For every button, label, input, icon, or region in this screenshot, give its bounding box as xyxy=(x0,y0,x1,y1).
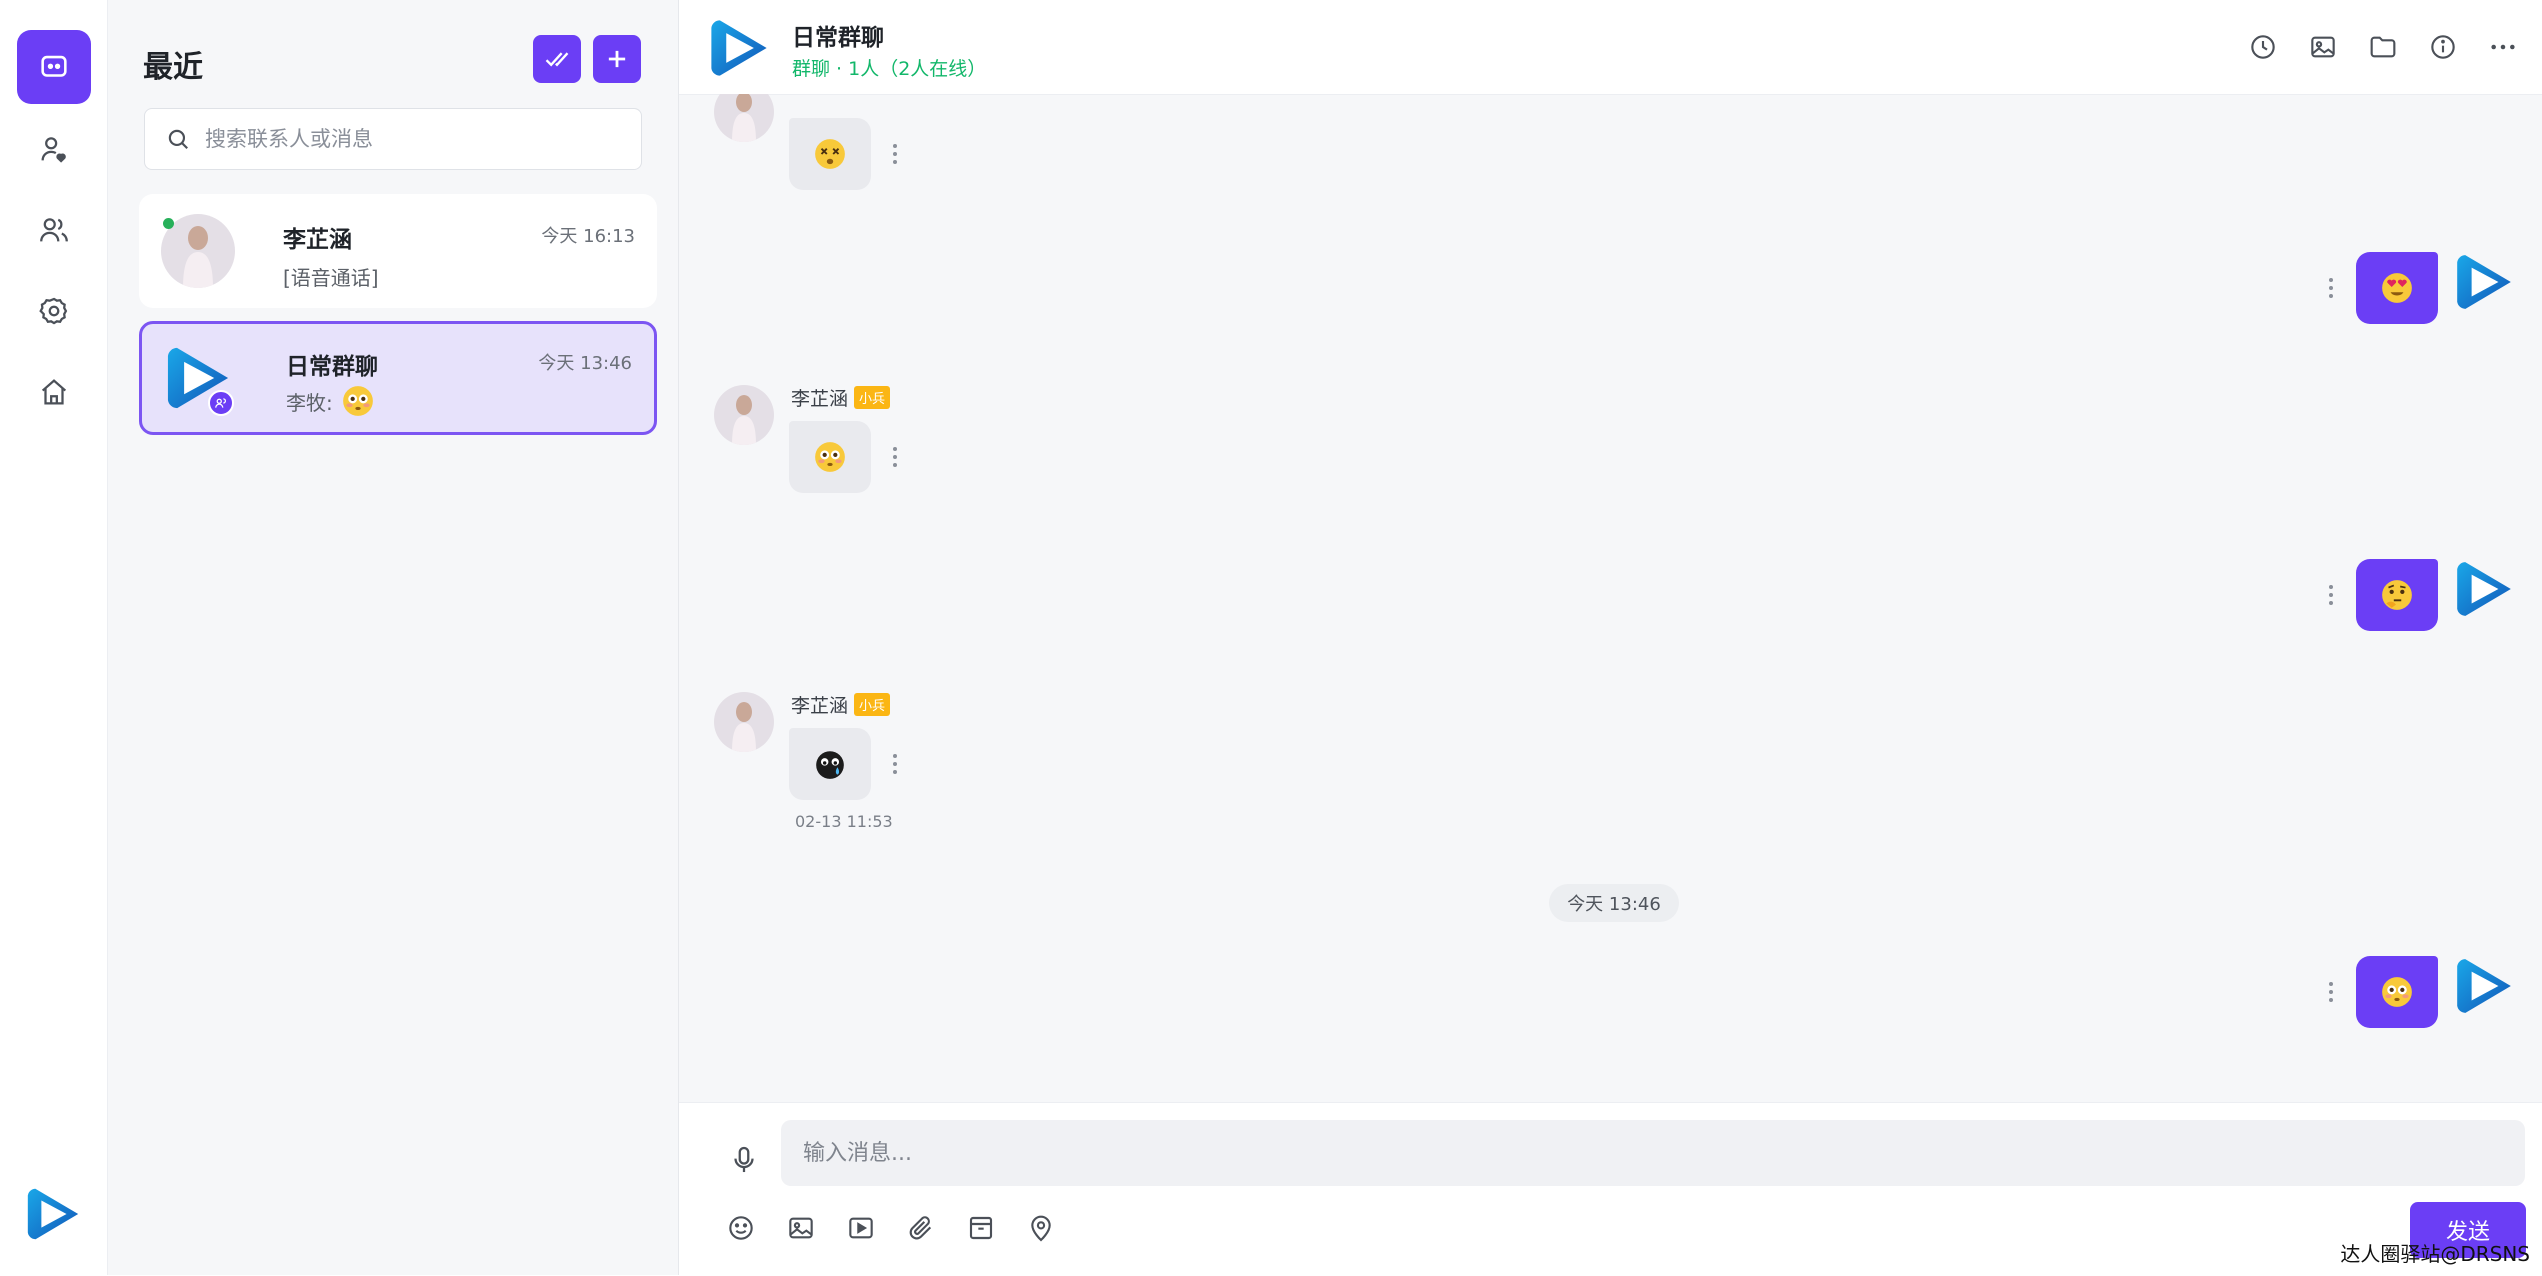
contact-favorite-icon xyxy=(41,137,66,163)
nav-rail xyxy=(0,0,108,1275)
message-bubble[interactable] xyxy=(789,421,871,493)
avatar[interactable] xyxy=(714,385,774,445)
conversation-time: 今天 16:13 xyxy=(541,226,635,247)
my-avatar[interactable] xyxy=(2451,556,2517,622)
video-button[interactable] xyxy=(845,1212,877,1244)
nav-chat-button[interactable] xyxy=(17,30,91,104)
message-options-icon[interactable] xyxy=(890,142,900,166)
history-icon xyxy=(2251,35,2275,59)
thinking-face-icon xyxy=(2382,580,2412,610)
emoji-icon xyxy=(729,1216,753,1240)
avatar[interactable] xyxy=(714,692,774,752)
conversation-list-panel: 最近 李芷涵 今天 16:13 [语音通话] 日 xyxy=(108,0,679,1275)
conversation-item-selected[interactable]: 日常群聊 今天 13:46 李牧: xyxy=(139,321,657,435)
settings-gear-icon xyxy=(39,297,68,325)
flushed-face-icon xyxy=(815,442,845,472)
search-icon xyxy=(168,129,188,149)
add-icon xyxy=(608,50,626,68)
message-options-icon[interactable] xyxy=(2326,980,2336,1004)
message-options-icon[interactable] xyxy=(890,752,900,776)
rank-tag: 小兵 xyxy=(854,386,891,409)
conversation-name: 日常群聊 xyxy=(286,354,378,380)
watermark: 达人圈驿站@DRSNS xyxy=(2340,1242,2530,1266)
add-button[interactable] xyxy=(593,35,641,83)
mark-all-read-icon xyxy=(545,52,569,67)
chat-icon xyxy=(41,55,67,77)
conversation-preview: [语音通话] xyxy=(283,262,379,291)
nav-settings-button[interactable] xyxy=(17,274,91,348)
message-options-icon[interactable] xyxy=(2326,583,2336,607)
my-avatar[interactable] xyxy=(2451,953,2517,1019)
folder-icon xyxy=(2370,36,2396,58)
preview-text: 李牧: xyxy=(286,390,333,415)
more-icon xyxy=(2491,44,2515,50)
mark-all-read-button[interactable] xyxy=(533,35,581,83)
conversation-time: 今天 13:46 xyxy=(538,353,632,374)
chat-subtitle: 群聊 · 1人（2人在线） xyxy=(792,58,987,80)
rank-tag: 小兵 xyxy=(854,693,891,716)
chat-title: 日常群聊 xyxy=(792,25,884,51)
dizzy-face-icon xyxy=(815,139,845,169)
heart-eyes-face-icon xyxy=(2382,273,2412,303)
group-users-icon xyxy=(40,218,68,242)
attachment-button[interactable] xyxy=(905,1212,937,1244)
message-bubble-own[interactable] xyxy=(2356,559,2438,631)
image-button[interactable] xyxy=(785,1212,817,1244)
search-box[interactable] xyxy=(144,108,642,170)
more-button[interactable] xyxy=(2487,31,2519,63)
sender-name: 李芷涵 小兵 xyxy=(791,691,891,718)
message-bubble-own[interactable] xyxy=(2356,956,2438,1028)
info-icon xyxy=(2431,35,2455,59)
message-list[interactable]: 李芷涵 小兵 李芷涵 小兵 02-13 11:53 今天 13:46 xyxy=(679,94,2542,1102)
my-avatar[interactable] xyxy=(2451,249,2517,315)
flushed-face-icon xyxy=(2382,977,2412,1007)
mic-icon[interactable] xyxy=(727,1143,761,1177)
search-input[interactable] xyxy=(203,126,627,152)
history-button[interactable] xyxy=(2247,31,2279,63)
message-options-icon[interactable] xyxy=(2326,276,2336,300)
nav-home-button[interactable] xyxy=(17,355,91,429)
flushed-face-icon xyxy=(342,386,373,416)
attachment-icon xyxy=(909,1216,932,1240)
location-button[interactable] xyxy=(1025,1212,1057,1244)
files-button[interactable] xyxy=(2367,31,2399,63)
image-icon xyxy=(789,1217,813,1239)
message-bubble[interactable] xyxy=(789,728,871,800)
archive-icon xyxy=(969,1216,993,1240)
message-timestamp: 02-13 11:53 xyxy=(795,812,893,831)
message-composer: 发送 xyxy=(679,1102,2542,1276)
avatar[interactable] xyxy=(714,94,774,142)
play-logo-icon[interactable] xyxy=(22,1183,84,1245)
online-indicator xyxy=(163,218,174,229)
chat-header: 日常群聊 群聊 · 1人（2人在线） xyxy=(679,0,2542,95)
info-button[interactable] xyxy=(2427,31,2459,63)
location-icon xyxy=(1031,1215,1051,1242)
time-divider: 今天 13:46 xyxy=(1549,884,1679,922)
group-avatar[interactable] xyxy=(705,14,773,82)
preview-text: [语音通话] xyxy=(283,266,379,290)
message-input[interactable] xyxy=(781,1120,2525,1186)
conversation-preview: 李牧: xyxy=(286,384,375,418)
conversation-item[interactable]: 李芷涵 今天 16:13 [语音通话] xyxy=(139,194,657,308)
sender-name: 李芷涵 小兵 xyxy=(791,384,891,411)
message-bubble[interactable] xyxy=(789,118,871,190)
message-options-icon[interactable] xyxy=(890,445,900,469)
chat-panel: 日常群聊 群聊 · 1人（2人在线） 李芷涵 小兵 李芷涵 小兵 02-13 1… xyxy=(679,0,2542,1276)
gallery-button[interactable] xyxy=(2307,31,2339,63)
group-badge-icon xyxy=(208,390,234,416)
message-bubble-own[interactable] xyxy=(2356,252,2438,324)
emoji-button[interactable] xyxy=(725,1212,757,1244)
nav-contacts-button[interactable] xyxy=(17,112,91,186)
list-title: 最近 xyxy=(143,50,203,85)
conversation-name: 李芷涵 xyxy=(283,227,352,253)
crying-blob-icon xyxy=(816,751,844,779)
image-icon xyxy=(2311,36,2335,58)
home-icon xyxy=(41,379,67,405)
nav-groups-button[interactable] xyxy=(17,193,91,267)
video-icon xyxy=(849,1217,873,1239)
archive-button[interactable] xyxy=(965,1212,997,1244)
